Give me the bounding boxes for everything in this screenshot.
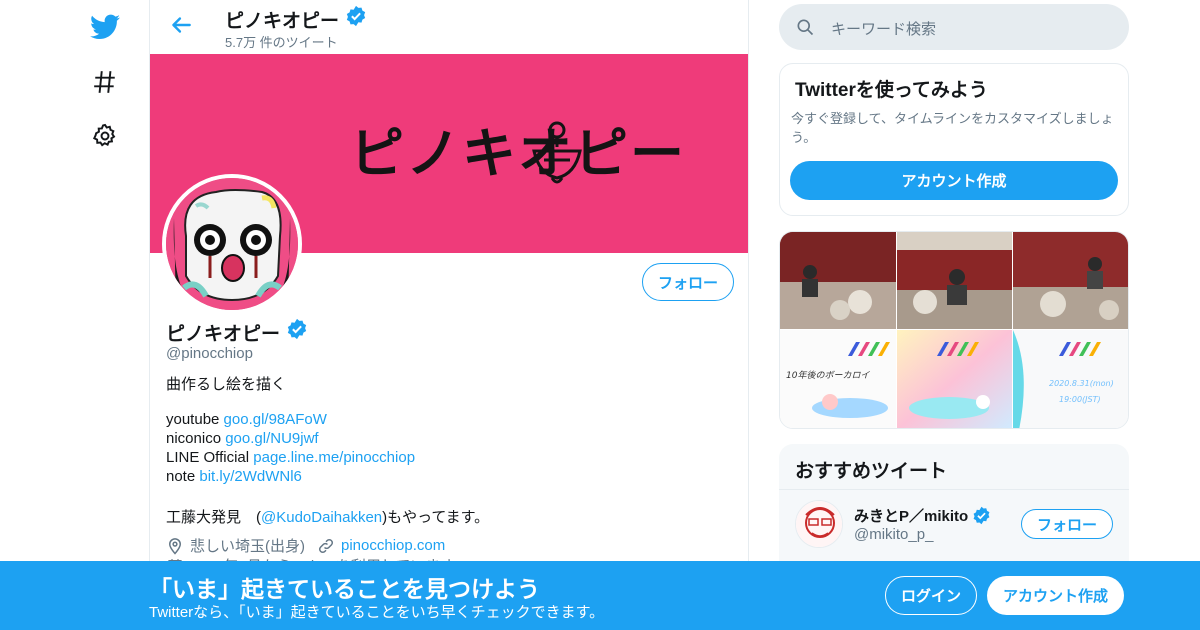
bottom-bar-subtitle: Twitterなら、「いま」起きていることをいち早くチェックできます。 xyxy=(149,604,605,621)
profile-meta: 悲しい埼玉(出身) pinocchiop.com xyxy=(166,535,445,556)
website-link[interactable]: pinocchiop.com xyxy=(341,537,445,554)
media-time-text: 19:00(JST) xyxy=(1059,395,1101,404)
left-nav xyxy=(0,0,150,630)
media-date-text: 2020.8.31(mon) xyxy=(1049,379,1114,388)
profile-column: ピノキオピー 5.7万 件のツイート ピノキオピー フォロー ピノキオピー @p… xyxy=(149,0,749,630)
profile-name-row: ピノキオピー xyxy=(166,318,308,346)
location-icon xyxy=(166,537,184,555)
rec-user-handle: @mikito_p_ xyxy=(854,526,934,543)
hashtag-icon[interactable] xyxy=(88,65,122,99)
banner-logo-text: ピノキオピー xyxy=(350,122,686,185)
media-caption: 10年後のボーカロイ xyxy=(786,370,870,381)
link-icon xyxy=(317,537,335,555)
back-arrow-icon[interactable] xyxy=(168,12,194,38)
signup-card-title: Twitterを使ってみよう xyxy=(795,80,988,101)
recommended-title: おすすめツイート xyxy=(795,461,948,482)
media-thumbnail[interactable] xyxy=(897,232,1012,329)
bio-link-row: LINE Official page.line.me/pinocchiop xyxy=(166,449,415,466)
search-icon xyxy=(795,17,815,37)
bio-link-row: niconico goo.gl/NU9jwf xyxy=(166,430,319,447)
bio-link-label: youtube xyxy=(166,411,224,428)
bio-link-label: LINE Official xyxy=(166,449,254,466)
bio-link-row: note bit.ly/2WdWNl6 xyxy=(166,468,302,485)
bio-kudo-line: 工藤大発見 (@KudoDaihakken)もやってます。 xyxy=(166,506,489,527)
user-avatar[interactable] xyxy=(795,500,843,548)
search-bar[interactable]: キーワード検索 xyxy=(779,4,1129,50)
bio-kudo-prefix: 工藤大発見 ( xyxy=(166,509,261,526)
bio-kudo-suffix: )もやってます。 xyxy=(382,509,490,526)
rec-user-name: みきとP／mikito xyxy=(854,508,969,525)
divider xyxy=(779,489,1129,490)
rec-follow-button[interactable]: フォロー xyxy=(1021,509,1113,539)
bio-link-label: note xyxy=(166,468,200,485)
profile-handle: @pinocchiop xyxy=(166,345,253,362)
bottom-bar-title: 「いま」起きていることを見つけよう xyxy=(149,576,540,602)
verified-badge-icon xyxy=(286,318,308,346)
search-input[interactable]: キーワード検索 xyxy=(831,18,936,39)
signup-card-desc: 今すぐ登録して、タイムラインをカスタマイズしましょう。 xyxy=(791,111,1114,145)
note-link[interactable]: bit.ly/2WdWNl6 xyxy=(199,468,302,485)
bio-link-label: niconico xyxy=(166,430,226,447)
bio-link-row: youtube goo.gl/98AFoW xyxy=(166,411,327,428)
profile-avatar[interactable] xyxy=(162,174,302,314)
niconico-link[interactable]: goo.gl/NU9jwf xyxy=(225,430,318,447)
verified-badge-icon xyxy=(972,506,991,525)
rec-user-name-row: みきとP／mikito xyxy=(854,505,991,526)
media-thumbnail[interactable] xyxy=(780,232,896,329)
recommended-tweets: おすすめツイート みきとP／mikito @mikito_p_ フォロー xyxy=(779,444,1129,574)
media-thumbnail[interactable] xyxy=(897,330,1012,428)
signup-button[interactable]: アカウント作成 xyxy=(987,576,1124,615)
youtube-link[interactable]: goo.gl/98AFoW xyxy=(224,411,327,428)
profile-location: 悲しい埼玉(出身) xyxy=(190,538,305,555)
profile-name: ピノキオピー xyxy=(166,323,281,345)
profile-header: ピノキオピー 5.7万 件のツイート xyxy=(150,0,748,54)
header-name: ピノキオピー xyxy=(225,10,340,32)
kudo-mention-link[interactable]: @KudoDaihakken xyxy=(261,509,382,526)
create-account-button[interactable]: アカウント作成 xyxy=(790,161,1118,200)
media-thumbnail[interactable] xyxy=(1013,232,1128,329)
verified-badge-icon xyxy=(345,5,367,33)
signup-card: Twitterを使ってみよう 今すぐ登録して、タイムラインをカスタマイズしましょ… xyxy=(779,63,1129,216)
tweet-count: 5.7万 件のツイート xyxy=(225,35,338,50)
bio-text: 曲作るし絵を描く xyxy=(166,376,287,393)
follow-button[interactable]: フォロー xyxy=(642,263,734,301)
media-thumbnail[interactable]: 10年後のボーカロイ xyxy=(780,330,896,428)
line-official-link[interactable]: page.line.me/pinocchiop xyxy=(253,449,415,466)
bottom-signup-bar: 「いま」起きていることを見つけよう Twitterなら、「いま」起きていることを… xyxy=(0,561,1200,630)
login-button[interactable]: ログイン xyxy=(885,576,977,615)
twitter-logo-icon[interactable] xyxy=(88,10,122,44)
media-grid: 10年後のボーカロイ 2020.8.31(mon) 19:00(JST) xyxy=(779,231,1129,429)
media-thumbnail[interactable]: 2020.8.31(mon) 19:00(JST) xyxy=(1013,330,1128,428)
settings-icon[interactable] xyxy=(88,119,122,153)
header-title: ピノキオピー xyxy=(225,5,367,33)
